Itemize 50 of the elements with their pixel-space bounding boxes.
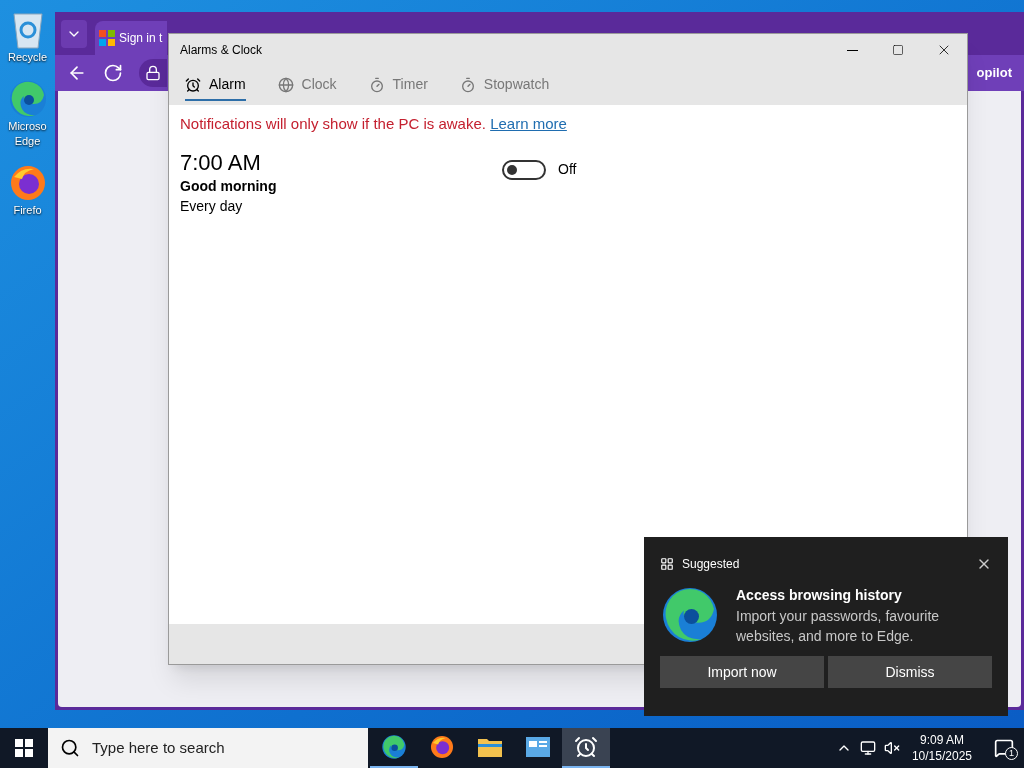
four-squares-logo-icon	[99, 30, 115, 46]
toggle-state-label: Off	[558, 160, 577, 179]
windows-logo-icon[interactable]	[15, 739, 33, 757]
clock-time[interactable]: 9:09 AM	[919, 732, 964, 748]
search-icon	[60, 738, 80, 758]
alarm-name: Good morning	[180, 176, 278, 196]
tab[interactable]: Clock	[277, 70, 337, 101]
tab[interactable]: Alarm	[185, 70, 246, 101]
folder-icon	[478, 737, 502, 757]
refresh-icon[interactable]	[103, 63, 123, 83]
clock-date[interactable]: 10/15/2025	[911, 748, 972, 764]
minimize-icon	[846, 49, 858, 51]
stopwatch-icon	[459, 76, 476, 93]
alarm-clock-icon	[574, 735, 598, 759]
desktop-icon-label[interactable]: Firefo	[13, 203, 42, 218]
firefox-logo-icon	[429, 734, 455, 760]
muted-speaker-icon[interactable]	[883, 740, 900, 756]
browser-tab[interactable]: Sign in t	[95, 21, 167, 55]
toast-button[interactable]: Import now	[660, 656, 824, 688]
notice-text: Notifications will only show if the PC is awake. Learn more	[180, 114, 568, 134]
learn-more-link[interactable]: Learn more	[490, 115, 567, 132]
toast-body: Import your passwords, favourite websites, and more to Edge.	[736, 607, 941, 646]
desktop-icon-label[interactable]: Microso Edge	[8, 119, 47, 149]
desktop-icon-label[interactable]: Recycle	[7, 50, 48, 65]
tab[interactable]: Stopwatch	[459, 70, 550, 101]
toast-header: Suggested	[682, 556, 741, 573]
edge-logo-icon	[381, 734, 407, 760]
toast-title: Access browsing history	[736, 586, 903, 605]
tab-list-button[interactable]	[61, 20, 87, 48]
address-bar[interactable]	[139, 59, 167, 87]
lock-icon	[145, 65, 161, 81]
edge-logo-icon	[660, 585, 720, 645]
action-center-icon[interactable]	[994, 738, 1014, 758]
toast-button[interactable]: Dismiss	[828, 656, 992, 688]
edge-logo-icon	[7, 79, 48, 119]
stopwatch-icon	[368, 76, 385, 93]
alarm-clock-icon	[185, 76, 201, 93]
toggle-switch[interactable]	[502, 159, 546, 180]
globe-icon	[277, 76, 294, 93]
notification-count-badge: 1	[1005, 747, 1018, 760]
window-title: Alarms & Clock	[179, 42, 263, 59]
copilot-label[interactable]: opilot	[976, 63, 1012, 83]
maximize-icon	[892, 44, 904, 56]
taskbar-search-field[interactable]: Type here to search	[48, 728, 368, 768]
taskbar-app-button[interactable]	[562, 728, 610, 768]
alarm-repeat: Every day	[180, 196, 244, 216]
alarm-time: 7:00 AM	[180, 149, 262, 176]
app-grid-icon	[660, 557, 674, 571]
tab[interactable]: Timer	[368, 70, 428, 101]
window-panel-icon	[526, 737, 550, 757]
